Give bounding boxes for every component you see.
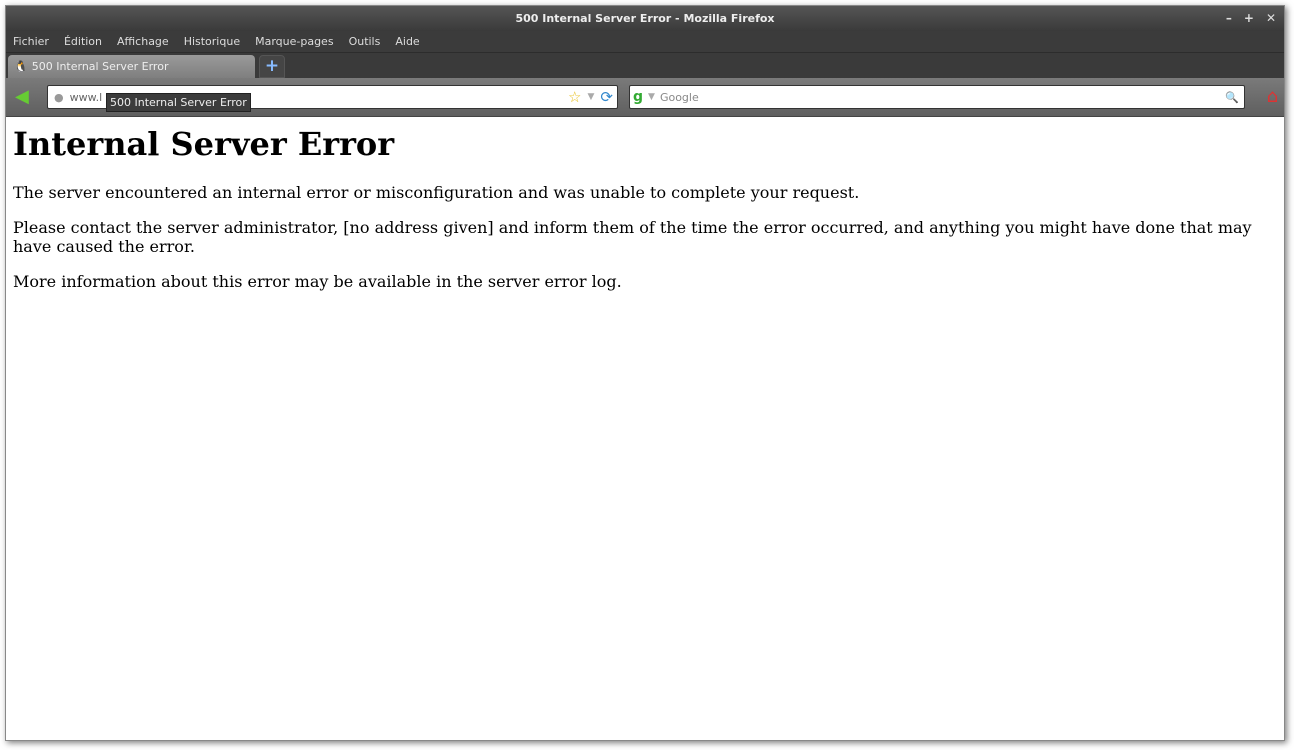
google-engine-icon[interactable]: g <box>633 89 643 105</box>
new-tab-button[interactable]: + <box>259 55 285 78</box>
tab-bar: 🐧 500 Internal Server Error + <box>6 53 1284 78</box>
menu-bar: Fichier Édition Affichage Historique Mar… <box>6 31 1284 53</box>
dropdown-arrow-icon[interactable]: ▼ <box>588 92 595 102</box>
home-icon[interactable]: ⌂ <box>1267 86 1278 107</box>
menu-fichier[interactable]: Fichier <box>13 35 49 48</box>
menu-aide[interactable]: Aide <box>395 35 419 48</box>
error-paragraph: Please contact the server administrator,… <box>13 218 1252 256</box>
title-bar: 500 Internal Server Error - Mozilla Fire… <box>6 6 1284 31</box>
menu-marque-pages[interactable]: Marque-pages <box>255 35 333 48</box>
minimize-button[interactable]: – <box>1226 6 1232 31</box>
maximize-button[interactable]: + <box>1244 6 1254 31</box>
bookmark-star-icon[interactable]: ☆ <box>568 88 581 106</box>
menu-affichage[interactable]: Affichage <box>117 35 169 48</box>
tab-active[interactable]: 🐧 500 Internal Server Error <box>8 55 255 78</box>
page-heading: Internal Server Error <box>13 125 395 163</box>
menu-edition[interactable]: Édition <box>64 35 102 48</box>
tab-tooltip: 500 Internal Server Error <box>106 93 251 112</box>
browser-window: 500 Internal Server Error - Mozilla Fire… <box>5 5 1285 741</box>
engine-dropdown-icon[interactable]: ▼ <box>648 92 655 102</box>
menu-outils[interactable]: Outils <box>349 35 381 48</box>
error-paragraph: The server encountered an internal error… <box>13 183 860 202</box>
globe-icon: ● <box>54 90 64 104</box>
close-button[interactable]: ✕ <box>1266 6 1276 31</box>
back-arrow-icon[interactable]: ◀ <box>15 88 29 106</box>
tux-favicon-icon: 🐧 <box>14 60 28 73</box>
menu-historique[interactable]: Historique <box>184 35 240 48</box>
search-bar[interactable]: g ▼ Google 🔍 <box>629 85 1245 109</box>
error-paragraph: More information about this error may be… <box>13 272 622 291</box>
search-magnifier-icon[interactable]: 🔍 <box>1225 91 1239 104</box>
tab-label: 500 Internal Server Error <box>31 60 169 73</box>
page-content: Internal Server Error The server encount… <box>6 117 1284 315</box>
window-title: 500 Internal Server Error - Mozilla Fire… <box>515 12 775 25</box>
reload-icon[interactable]: ⟳ <box>600 88 613 106</box>
search-placeholder: Google <box>659 90 699 104</box>
